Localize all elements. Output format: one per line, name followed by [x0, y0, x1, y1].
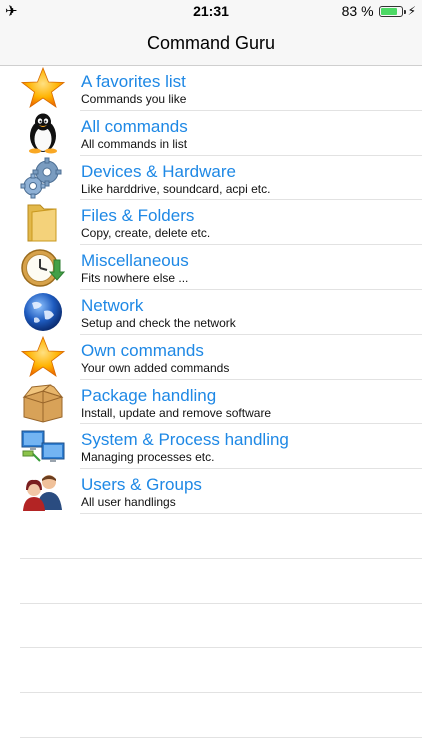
folder-icon [27, 204, 57, 242]
nav-bar: Command Guru [0, 22, 422, 66]
list-item-files-folders[interactable]: Files & Folders Copy, create, delete etc… [0, 200, 422, 246]
row-separator [20, 736, 422, 738]
monitors-icon [21, 430, 65, 463]
item-title: Users & Groups [81, 475, 202, 495]
users-icon [23, 475, 62, 512]
star-icon [20, 335, 66, 377]
item-title: Devices & Hardware [81, 161, 236, 181]
item-title: Package handling [81, 385, 217, 405]
gears-icon [20, 157, 62, 199]
item-title: Own commands [81, 340, 204, 360]
empty-row [0, 559, 422, 604]
list-item-system-process[interactable]: System & Process handling Managing proce… [0, 424, 422, 470]
list-item-devices-hardware[interactable]: Devices & Hardware Like harddrive, sound… [0, 156, 422, 201]
star-icon [20, 67, 66, 108]
battery-icon [378, 5, 406, 17]
item-subtitle: Like harddrive, soundcard, acpi etc. [81, 181, 271, 196]
list-item-own-commands[interactable]: Own commands Your own added commands [0, 335, 422, 380]
list-item-network[interactable]: Network Setup and check the network [0, 290, 422, 335]
item-subtitle: All user handlings [81, 495, 176, 510]
page-title: Command Guru [146, 33, 276, 53]
item-title: Network [81, 295, 144, 315]
list-item-miscellaneous[interactable]: Miscellaneous Fits nowhere else ... [0, 245, 422, 290]
item-subtitle: All commands in list [81, 136, 188, 151]
battery-percentage: 83 % [341, 3, 374, 19]
globe-icon [24, 292, 62, 331]
item-subtitle: Setup and check the network [81, 315, 236, 330]
category-list: A favorites list Commands you like All c… [0, 66, 422, 738]
status-bar: ✈ 21:31 83 % ⚡ [0, 0, 422, 22]
clock-icon [21, 249, 66, 287]
bolt-icon: ⚡ [407, 4, 416, 18]
item-subtitle: Fits nowhere else ... [81, 271, 189, 286]
item-subtitle: Install, update and remove software [81, 405, 272, 420]
item-title: System & Process handling [81, 430, 289, 450]
empty-row [0, 648, 422, 694]
list-item-all-commands[interactable]: All commands All commands in list [0, 111, 422, 156]
empty-row [0, 604, 422, 649]
list-item-users-groups[interactable]: Users & Groups All user handlings [0, 469, 422, 514]
list-item-package-handling[interactable]: Package handling Install, update and rem… [0, 380, 422, 425]
penguin-icon [29, 113, 57, 154]
item-subtitle: Commands you like [81, 92, 187, 106]
package-icon [22, 383, 64, 423]
status-right: 83 % ⚡ [342, 3, 416, 19]
item-subtitle: Managing processes etc. [81, 450, 215, 465]
item-title: Miscellaneous [81, 251, 189, 271]
item-title: A favorites list [81, 72, 186, 91]
item-subtitle: Your own added commands [81, 360, 230, 375]
screen: ✈ 21:31 83 % ⚡ Command Guru A favorites … [0, 0, 422, 750]
item-title: All commands [81, 116, 188, 136]
empty-row [0, 514, 422, 559]
empty-row [0, 693, 422, 738]
item-title: Files & Folders [81, 206, 195, 226]
item-subtitle: Copy, create, delete etc. [81, 226, 211, 241]
list-item-favorites[interactable]: A favorites list Commands you like [0, 66, 422, 111]
battery-fill [380, 7, 398, 15]
